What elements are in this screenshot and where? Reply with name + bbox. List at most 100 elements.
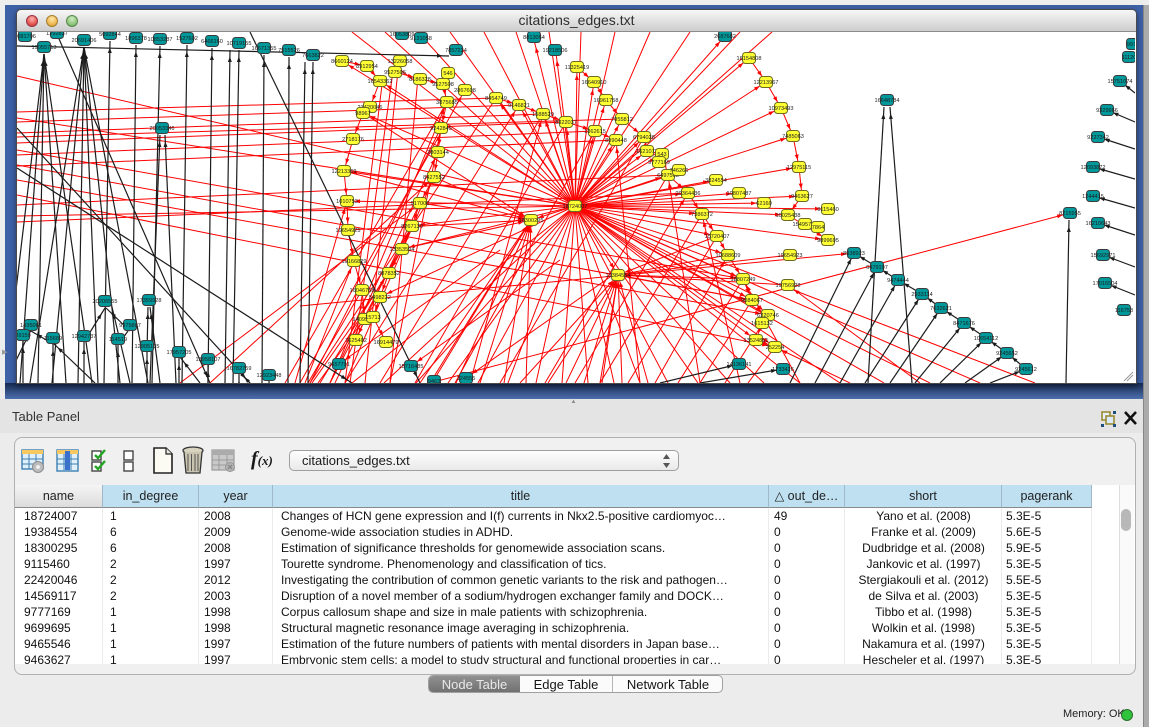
svg-text:7632621: 7632621 — [930, 306, 952, 312]
svg-text:10719155: 10719155 — [227, 41, 252, 47]
svg-text:16210643: 16210643 — [1086, 221, 1111, 227]
svg-text:19756928: 19756928 — [776, 283, 801, 289]
svg-text:8813054: 8813054 — [523, 35, 545, 41]
svg-text:9463: 9463 — [428, 379, 440, 383]
svg-text:17016504: 17016504 — [1093, 281, 1118, 287]
svg-text:13524851: 13524851 — [744, 338, 769, 344]
svg-text:12093872: 12093872 — [1081, 165, 1106, 171]
svg-text:16782759: 16782759 — [227, 366, 252, 372]
svg-text:19654923: 19654923 — [778, 253, 803, 259]
svg-text:7857224: 7857224 — [445, 48, 467, 54]
svg-text:9463627: 9463627 — [791, 194, 813, 200]
svg-text:9527508: 9527508 — [432, 82, 454, 88]
svg-text:12942737: 12942737 — [72, 334, 97, 340]
svg-text:2867608: 2867608 — [454, 88, 476, 94]
svg-text:3824554: 3824554 — [705, 178, 727, 184]
svg-text:10853287: 10853287 — [148, 37, 173, 43]
svg-text:8938923: 8938923 — [843, 251, 865, 257]
svg-text:12213369: 12213369 — [332, 169, 357, 175]
svg-text:9245652: 9245652 — [996, 351, 1018, 357]
svg-text:13226058: 13226058 — [388, 59, 413, 65]
svg-text:114519: 114519 — [109, 337, 127, 343]
svg-text:9227342: 9227342 — [1087, 135, 1109, 141]
svg-text:7515526: 7515526 — [278, 48, 300, 54]
svg-text:7955812: 7955812 — [611, 117, 633, 123]
svg-text:1615132: 1615132 — [751, 321, 773, 327]
svg-text:39159: 39159 — [17, 333, 31, 339]
svg-text:19384554: 19384554 — [606, 273, 631, 279]
svg-text:16543362: 16543362 — [368, 79, 393, 85]
svg-text:1362615: 1362615 — [584, 129, 606, 135]
svg-text:1292837: 1292837 — [46, 32, 68, 37]
svg-text:2687682: 2687682 — [714, 34, 736, 40]
svg-text:19654925: 19654925 — [336, 228, 361, 234]
svg-text:1896378: 1896378 — [125, 36, 147, 42]
svg-text:1588520: 1588520 — [532, 112, 554, 118]
svg-text:20206555: 20206555 — [93, 299, 118, 305]
svg-text:15751074: 15751074 — [1108, 79, 1133, 85]
svg-text:7864: 7864 — [812, 225, 824, 231]
svg-text:17957205: 17957205 — [167, 350, 192, 356]
svg-text:9329966: 9329966 — [1096, 108, 1118, 114]
svg-text:8322037: 8322037 — [555, 120, 577, 126]
svg-text:746266: 746266 — [670, 168, 689, 174]
svg-text:20053346: 20053346 — [150, 126, 175, 132]
svg-text:15720407: 15720407 — [705, 234, 730, 240]
svg-text:7386372: 7386372 — [691, 212, 713, 218]
svg-text:19055713: 19055713 — [32, 45, 57, 51]
svg-text:8267130: 8267130 — [401, 224, 423, 230]
svg-text:6794028: 6794028 — [633, 135, 655, 141]
svg-text:62160: 62160 — [756, 201, 772, 207]
svg-text:20691406: 20691406 — [72, 38, 97, 44]
svg-text:8990448: 8990448 — [605, 138, 627, 144]
svg-text:8215955: 8215955 — [1059, 211, 1081, 217]
svg-text:16154808: 16154808 — [737, 56, 762, 62]
svg-text:15716485: 15716485 — [399, 364, 424, 370]
svg-text:9899695: 9899695 — [817, 238, 839, 244]
svg-text:13353594: 13353594 — [390, 247, 415, 253]
svg-text:8878352: 8878352 — [378, 271, 400, 277]
svg-text:8427552: 8427552 — [423, 175, 445, 181]
svg-text:2081706: 2081706 — [17, 34, 36, 40]
svg-text:9777169: 9777169 — [648, 160, 670, 166]
svg-text:6466160: 6466160 — [201, 39, 223, 45]
svg-text:8660124: 8660124 — [331, 59, 353, 65]
svg-text:9146821: 9146821 — [508, 103, 530, 109]
svg-text:15713: 15713 — [365, 315, 381, 321]
svg-text:10654112: 10654112 — [974, 336, 998, 342]
svg-text:9973: 9973 — [1127, 42, 1135, 48]
svg-text:5092844: 5092844 — [99, 32, 121, 38]
svg-text:9115460: 9115460 — [817, 207, 838, 213]
svg-text:9975867: 9975867 — [119, 323, 141, 329]
svg-text:20364436: 20364436 — [676, 191, 701, 197]
svg-text:7485063: 7485063 — [782, 134, 804, 140]
svg-text:16640910: 16640910 — [582, 80, 607, 86]
svg-text:9084067: 9084067 — [741, 298, 763, 304]
svg-text:9474444: 9474444 — [887, 278, 909, 284]
svg-text:8912954: 8912954 — [356, 64, 378, 70]
svg-text:15692971: 15692971 — [1091, 253, 1116, 259]
svg-text:17359928: 17359928 — [137, 298, 162, 304]
svg-text:18724007: 18724007 — [563, 204, 588, 210]
svg-text:124555: 124555 — [457, 376, 476, 382]
svg-text:12213967: 12213967 — [754, 80, 779, 86]
svg-text:14136141: 14136141 — [727, 362, 752, 368]
svg-text:7625402: 7625402 — [345, 338, 367, 344]
svg-text:7663822: 7663822 — [302, 53, 324, 59]
svg-text:6479197: 6479197 — [866, 265, 888, 271]
svg-text:1010753: 1010753 — [336, 199, 358, 205]
svg-text:18807249: 18807249 — [731, 277, 756, 283]
svg-text:252254: 252254 — [766, 345, 785, 351]
svg-text:98967: 98967 — [355, 111, 371, 117]
svg-text:1244415: 1244415 — [1082, 194, 1104, 200]
svg-text:546: 546 — [443, 71, 452, 77]
svg-text:16914479: 16914479 — [374, 340, 399, 346]
svg-text:2718176: 2718176 — [342, 137, 364, 143]
svg-text:9245612: 9245612 — [1015, 367, 1037, 373]
svg-text:9657791: 9657791 — [328, 362, 350, 368]
svg-text:2803144: 2803144 — [427, 150, 449, 156]
svg-text:12975115: 12975115 — [787, 165, 811, 171]
svg-text:10807487: 10807487 — [727, 191, 752, 197]
svg-text:5498222: 5498222 — [369, 295, 391, 301]
svg-text:19166829: 19166829 — [342, 259, 367, 265]
